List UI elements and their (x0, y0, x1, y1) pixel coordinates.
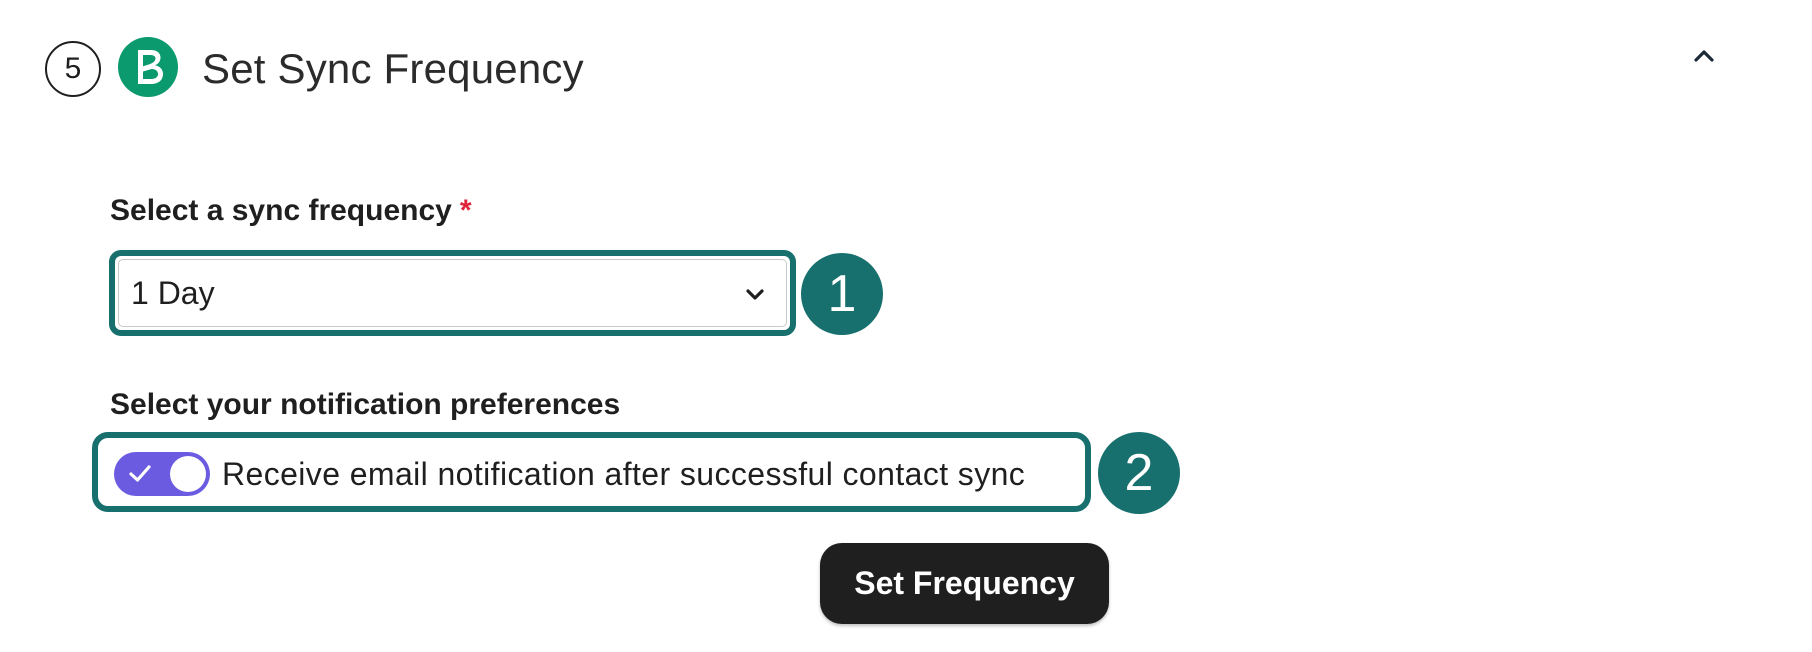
email-notification-toggle-label[interactable]: Receive email notification after success… (222, 452, 1025, 496)
sync-frequency-label: Select a sync frequency * (110, 194, 472, 228)
callout-badge-2: 2 (1098, 432, 1180, 514)
notification-preferences-label: Select your notification preferences (110, 388, 621, 421)
sync-frequency-select[interactable]: 1 Day (109, 250, 796, 336)
step-number: 5 (64, 52, 82, 85)
callout-badge-1: 1 (801, 253, 883, 335)
email-notification-toggle[interactable] (114, 452, 210, 496)
email-notification-toggle-row: Receive email notification after success… (92, 432, 1091, 512)
select-inner-border (118, 259, 787, 327)
checkmark-icon (129, 465, 151, 482)
collapse-section-button[interactable] (1686, 38, 1722, 74)
chevron-down-icon (746, 289, 764, 300)
callout-number-1: 1 (827, 265, 857, 323)
step-number-badge: 5 (45, 41, 101, 97)
page-title: Set Sync Frequency (202, 45, 584, 92)
brevo-logo-icon (118, 37, 178, 97)
set-frequency-button[interactable]: Set Frequency (820, 543, 1109, 624)
toggle-knob (170, 456, 206, 492)
callout-number-2: 2 (1124, 444, 1154, 502)
required-asterisk: * (459, 194, 472, 227)
sync-frequency-selected-value: 1 Day (131, 275, 215, 311)
chevron-up-icon (1694, 50, 1714, 62)
sync-frequency-label-text: Select a sync frequency (110, 194, 452, 227)
